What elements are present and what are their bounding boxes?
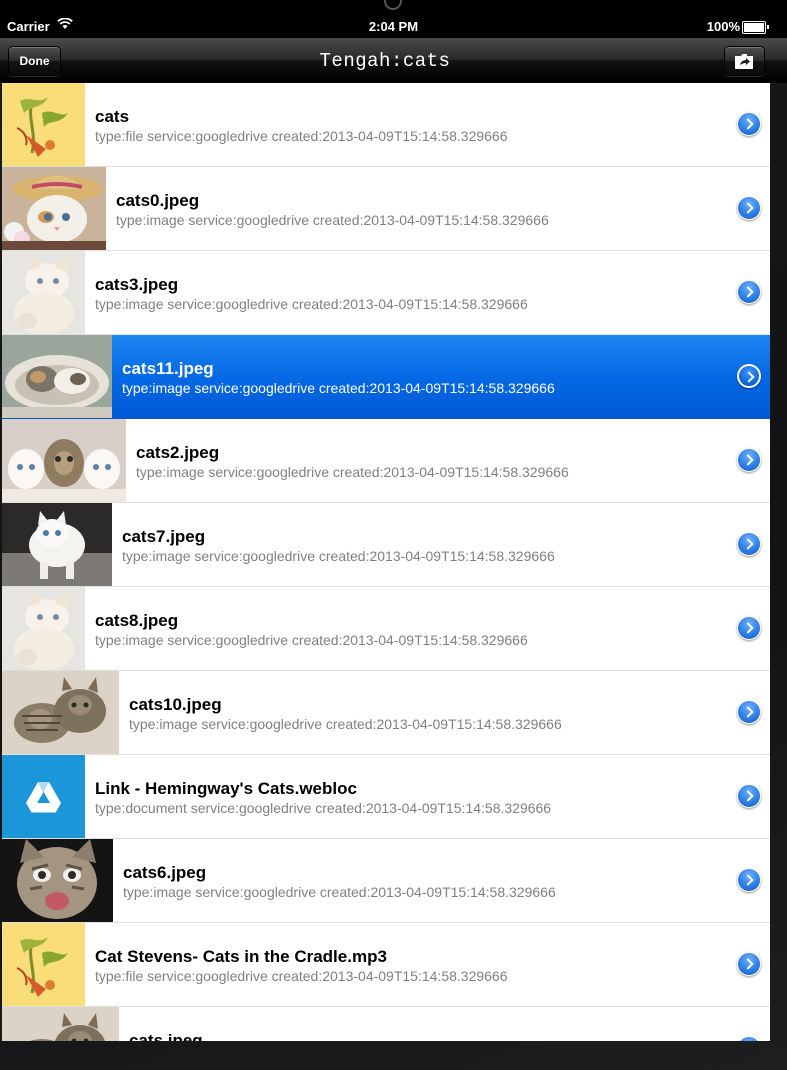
list-item[interactable]: Link - Hemingway's Cats.webloc type:docum… xyxy=(2,755,770,839)
folder-share-icon xyxy=(735,54,753,69)
disclosure-button-icon[interactable] xyxy=(737,700,761,724)
disclosure-button-icon[interactable] xyxy=(737,364,761,388)
item-metadata: type:image service:googledrive created:2… xyxy=(122,548,555,564)
list-item[interactable]: cats10.jpeg type:image service:googledriv… xyxy=(2,671,770,755)
list-item[interactable]: cats7.jpeg type:image service:googledrive… xyxy=(2,503,770,587)
disclosure-button-icon[interactable] xyxy=(737,952,761,976)
disclosure-button-icon[interactable] xyxy=(737,112,761,136)
file-thumbnail xyxy=(2,83,85,166)
item-metadata: type:image service:googledrive created:2… xyxy=(129,716,562,732)
tabby-kittens-photo xyxy=(2,1007,119,1041)
clock: 2:04 PM xyxy=(368,19,419,34)
list-item[interactable]: cats2.jpeg type:image service:googledrive… xyxy=(2,419,770,503)
item-name: Cat Stevens- Cats in the Cradle.mp3 xyxy=(95,947,387,966)
item-name: Link - Hemingway's Cats.webloc xyxy=(95,779,357,798)
disclosure-button-icon[interactable] xyxy=(737,532,761,556)
file-list[interactable]: cats type:file service:googledrive create… xyxy=(2,83,770,1041)
meowing-kitten-photo xyxy=(2,839,113,922)
disclosure-button-icon[interactable] xyxy=(737,868,761,892)
item-metadata: type:image service:googledrive created:2… xyxy=(122,380,555,396)
item-name: cats7.jpeg xyxy=(122,527,206,546)
item-name: cats8.jpeg xyxy=(95,611,179,630)
disclosure-button-icon[interactable] xyxy=(737,1036,761,1041)
disclosure-button-icon[interactable] xyxy=(737,280,761,304)
google-drive-icon xyxy=(2,755,85,838)
disclosure-button-icon[interactable] xyxy=(737,196,761,220)
list-item[interactable]: Cat Stevens- Cats in the Cradle.mp3 type:… xyxy=(2,923,770,1007)
battery-icon xyxy=(742,21,769,34)
item-name: cats3.jpeg xyxy=(95,275,179,294)
item-name: cats0.jpeg xyxy=(116,191,200,210)
battery-percent: 100% xyxy=(706,19,740,34)
file-thumbnail xyxy=(2,923,85,1006)
camera-notch xyxy=(384,0,402,10)
white-kitten-photo xyxy=(2,587,85,670)
three-kittens-photo xyxy=(2,419,126,502)
item-metadata: type:file service:googledrive created:20… xyxy=(95,128,508,144)
disclosure-button-icon[interactable] xyxy=(737,448,761,472)
list-item[interactable]: cats8.jpeg type:image service:googledrive… xyxy=(2,587,770,671)
item-name: cats6.jpeg xyxy=(123,863,207,882)
item-name: cats xyxy=(95,107,130,126)
item-metadata: type:file service:googledrive created:20… xyxy=(95,968,508,984)
page-title: Tengah:cats xyxy=(319,50,451,72)
item-metadata: type:image service:googledrive created:2… xyxy=(95,296,528,312)
item-name: cats10.jpeg xyxy=(129,695,222,714)
list-item[interactable]: cats3.jpeg type:image service:googledrive… xyxy=(2,251,770,335)
navigation-bar: Done Tengah:cats xyxy=(0,38,787,83)
list-item[interactable]: cats.jpeg xyxy=(2,1007,770,1041)
disclosure-button-icon[interactable] xyxy=(737,784,761,808)
list-item[interactable]: cats11.jpeg type:image service:googledriv… xyxy=(2,335,770,419)
kitten-hat-photo xyxy=(2,167,106,250)
item-name: cats2.jpeg xyxy=(136,443,220,462)
tabby-kittens-photo xyxy=(2,671,119,754)
folder-share-button[interactable] xyxy=(724,46,765,76)
disclosure-button-icon[interactable] xyxy=(737,616,761,640)
list-item[interactable]: cats0.jpeg type:image service:googledrive… xyxy=(2,167,770,251)
white-kitten-walking-photo xyxy=(2,503,112,586)
item-metadata: type:image service:googledrive created:2… xyxy=(116,212,549,228)
cats-in-basket-photo xyxy=(2,335,112,418)
item-name: cats.jpeg xyxy=(129,1031,203,1041)
item-metadata: type:image service:googledrive created:2… xyxy=(136,464,569,480)
list-item[interactable]: cats type:file service:googledrive create… xyxy=(2,83,770,167)
item-metadata: type:document service:googledrive create… xyxy=(95,800,552,816)
item-name: cats11.jpeg xyxy=(122,359,214,378)
status-bar: Carrier 2:04 PM 100% xyxy=(0,0,787,38)
white-kitten-photo xyxy=(2,251,85,334)
list-item[interactable]: cats6.jpeg type:image service:googledrive… xyxy=(2,839,770,923)
ipad-screen: Carrier 2:04 PM 100% Done Tengah:cats ca… xyxy=(0,0,787,1070)
item-metadata: type:image service:googledrive created:2… xyxy=(123,884,556,900)
item-metadata: type:image service:googledrive created:2… xyxy=(95,632,528,648)
